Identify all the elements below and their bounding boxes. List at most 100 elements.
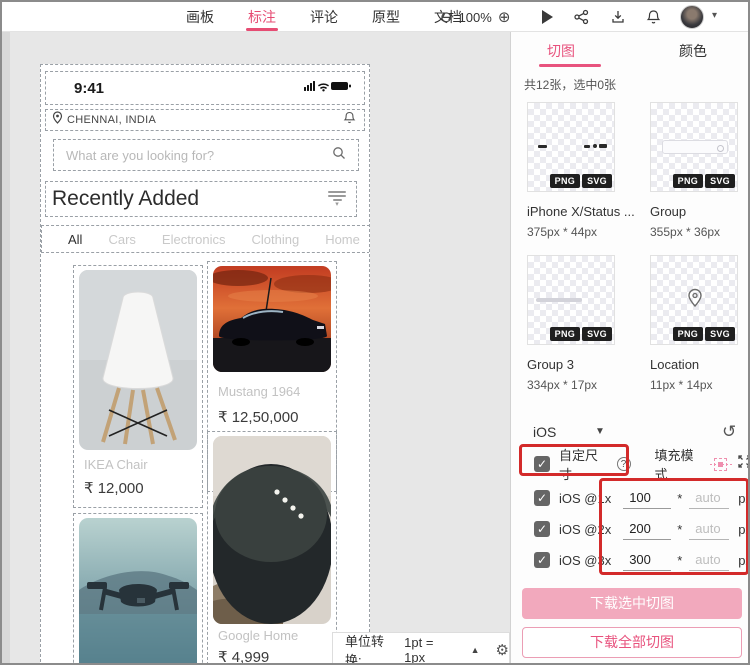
zoom-in-icon[interactable]: ⊕ (498, 10, 511, 25)
top-toolbar: 画板 标注 评论 原型 文档 ⊖ 100% ⊕ (2, 2, 748, 32)
tab-prototype[interactable]: 原型 (370, 2, 402, 32)
product-price: ₹ 4,999 (218, 649, 270, 665)
format-badges: PNG SVG (672, 174, 735, 188)
category-tab-cars[interactable]: Cars (108, 232, 135, 247)
custom-size-checkbox[interactable] (534, 456, 550, 472)
download-icon[interactable] (610, 9, 626, 25)
help-icon[interactable] (616, 457, 631, 471)
product-price: ₹ 12,50,000 (218, 409, 299, 426)
active-tab-underline (539, 64, 601, 67)
width-input-2x[interactable] (623, 518, 672, 540)
scale-3x-checkbox[interactable] (534, 552, 550, 568)
recently-added-slice[interactable]: Recently Added (45, 181, 357, 217)
category-tab-clothing[interactable]: Clothing (251, 232, 299, 247)
size-separator: * (677, 552, 683, 568)
svg-badge[interactable]: SVG (582, 174, 612, 188)
play-icon[interactable] (542, 10, 553, 24)
settings-gear-icon[interactable] (496, 641, 509, 659)
height-input-2x[interactable] (689, 518, 730, 540)
platform-row: iOS (511, 420, 748, 446)
notification-bell-icon[interactable] (646, 9, 661, 25)
unit-caret-icon[interactable] (471, 645, 480, 655)
product-name: Mustang 1964 (218, 384, 301, 399)
search-bar-slice[interactable]: What are you looking for? (53, 139, 359, 171)
slices-summary: 共12张，选中0张 (524, 78, 617, 92)
search-icon (332, 146, 346, 165)
filter-icon[interactable] (328, 191, 346, 207)
custom-size-row: 自定尺寸 填充模式 (511, 448, 748, 482)
product-card-drone[interactable] (73, 513, 203, 663)
slice-name: Group (650, 204, 687, 219)
panel-tabs: 切图 颜色 (511, 32, 748, 68)
zoom-out-icon[interactable]: ⊖ (440, 10, 453, 25)
download-selected-button[interactable]: 下载选中切图 (522, 588, 742, 619)
png-badge[interactable]: PNG (672, 327, 704, 341)
account-menu-caret-icon[interactable] (712, 10, 717, 21)
slice-thumb-group3[interactable]: PNG SVG (527, 255, 615, 345)
main-nav: 画板 标注 评论 原型 文档 (184, 2, 464, 32)
location-row-slice[interactable]: CHENNAI, INDIA (45, 109, 365, 131)
slice-thumb-searchbar[interactable]: PNG SVG (650, 102, 738, 192)
svg-badge[interactable]: SVG (705, 174, 735, 188)
width-input-1x[interactable] (623, 487, 672, 509)
platform-caret-icon[interactable] (595, 426, 605, 437)
scale-row-3x: iOS @3x * px (511, 549, 748, 571)
phone-artboard[interactable]: 9:41 CHENNAI, INDIA What are you looking… (40, 64, 370, 665)
scale-1x-checkbox[interactable] (534, 490, 550, 506)
tab-colors[interactable]: 颜色 (679, 41, 707, 61)
status-bar-slice[interactable]: 9:41 (45, 71, 365, 105)
expand-icon[interactable] (737, 454, 748, 474)
category-tabs-slice[interactable]: All Cars Electronics Clothing Home Ap (41, 225, 369, 253)
car-image (213, 266, 331, 372)
width-input-3x[interactable] (623, 549, 672, 571)
format-badges: PNG SVG (549, 174, 612, 188)
product-card-chair[interactable]: IKEA Chair ₹ 12,000 (73, 265, 203, 508)
share-icon[interactable] (573, 9, 590, 25)
slice-thumb-statusbar[interactable]: PNG SVG (527, 102, 615, 192)
phone-bell-icon[interactable] (343, 111, 356, 130)
svg-badge[interactable]: SVG (705, 327, 735, 341)
unit-conversion-bar: 单位转换: 1pt = 1px (332, 632, 510, 665)
product-card-google-home[interactable]: Google Home ₹ 4,999 (207, 431, 337, 665)
px-unit-label: px (738, 552, 748, 568)
slice-name: iPhone X/Status ... (527, 204, 635, 219)
scale-2x-checkbox[interactable] (534, 521, 550, 537)
download-all-button[interactable]: 下载全部切图 (522, 627, 742, 658)
status-system-icons (304, 79, 352, 97)
user-avatar[interactable] (680, 5, 704, 29)
toolbar-icons (542, 2, 661, 32)
slice-thumb-location[interactable]: PNG SVG (650, 255, 738, 345)
scale-row-2x: iOS @2x * px (511, 518, 748, 540)
tab-annotation[interactable]: 标注 (246, 2, 278, 32)
custom-size-label: 自定尺寸 (559, 448, 599, 482)
reset-icon[interactable] (722, 422, 736, 442)
tab-slices[interactable]: 切图 (547, 41, 575, 61)
scale-1x-label: iOS @1x (559, 490, 612, 506)
fill-mode-icon[interactable] (710, 457, 733, 471)
tab-comments[interactable]: 评论 (308, 2, 340, 32)
size-separator: * (677, 521, 683, 537)
design-canvas[interactable]: 9:41 CHENNAI, INDIA What are you looking… (2, 32, 510, 665)
fill-mode-label: 填充模式 (654, 448, 694, 482)
png-badge[interactable]: PNG (549, 327, 581, 341)
category-tab-all[interactable]: All (68, 232, 86, 252)
scale-2x-label: iOS @2x (559, 521, 612, 537)
platform-select[interactable]: iOS (533, 424, 556, 440)
png-badge[interactable]: PNG (549, 174, 581, 188)
png-badge[interactable]: PNG (672, 174, 704, 188)
px-unit-label: px (738, 490, 748, 506)
product-price: ₹ 12,000 (84, 480, 144, 497)
height-input-1x[interactable] (689, 487, 730, 509)
zoom-level: 100% (458, 9, 492, 25)
tab-canvas[interactable]: 画板 (184, 2, 216, 32)
slice-name: Location (650, 357, 700, 372)
section-title: Recently Added (52, 187, 200, 210)
category-tab-electronics[interactable]: Electronics (162, 232, 226, 247)
svg-badge[interactable]: SVG (582, 327, 612, 341)
format-badges: PNG SVG (672, 327, 735, 341)
unit-conversion-label: 单位转换: (345, 633, 385, 665)
category-tab-home[interactable]: Home (325, 232, 360, 247)
unit-conversion-value: 1pt = 1px (404, 634, 434, 665)
height-input-3x[interactable] (689, 549, 730, 571)
zoom-controls: ⊖ 100% ⊕ (440, 2, 510, 32)
